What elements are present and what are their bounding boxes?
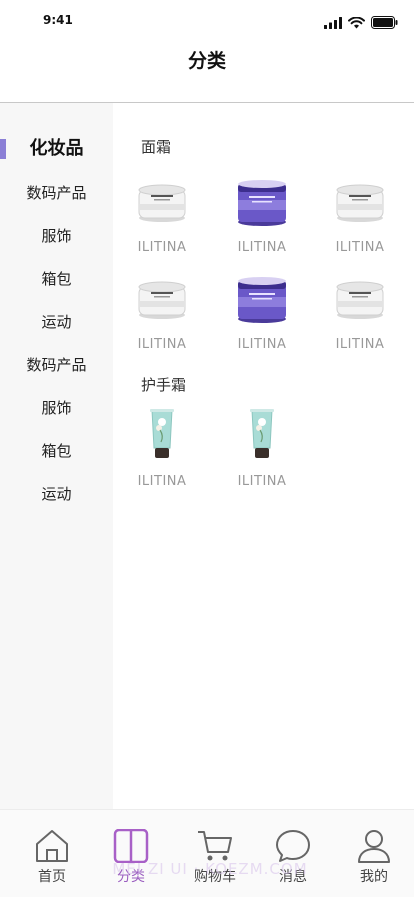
white-cream-jar-icon <box>134 174 190 230</box>
purple-cream-jar-icon <box>234 271 290 327</box>
product-name: ILITINA <box>237 474 287 489</box>
product-name: ILITINA <box>237 337 287 352</box>
white-cream-jar-icon <box>134 271 190 327</box>
product-card[interactable]: ILITINA <box>122 271 202 352</box>
tab-messages[interactable]: 消息 <box>253 810 333 897</box>
hand-cream-tube-icon <box>234 408 290 464</box>
white-cream-jar-icon <box>332 174 388 230</box>
tab-label: 分类 <box>117 869 145 885</box>
product-card[interactable]: ILITINA <box>222 271 302 352</box>
sidebar-item-cosmetics[interactable]: 化妆品 <box>0 129 113 169</box>
white-cream-jar-icon <box>332 271 388 327</box>
product-name: ILITINA <box>237 240 287 255</box>
profile-icon <box>358 830 390 863</box>
tab-profile[interactable]: 我的 <box>334 810 414 897</box>
purple-cream-jar-icon <box>234 174 290 230</box>
tab-label: 购物车 <box>194 869 236 885</box>
sidebar-item-bags-2[interactable]: 箱包 <box>0 431 113 471</box>
product-name: ILITINA <box>335 337 385 352</box>
sidebar-item-sports[interactable]: 运动 <box>0 302 113 342</box>
tab-label: 消息 <box>279 869 307 885</box>
wifi-icon <box>348 16 365 28</box>
home-icon <box>36 830 68 862</box>
category-sidebar: 化妆品 数码产品 服饰 箱包 运动 数码产品 服饰 箱包 运动 <box>0 103 113 809</box>
product-card[interactable]: ILITINA <box>222 174 302 255</box>
product-card[interactable]: ILITINA <box>320 174 400 255</box>
status-bar: 9:41 <box>0 0 414 44</box>
sidebar-item-clothing[interactable]: 服饰 <box>0 216 113 256</box>
sidebar-item-sports-2[interactable]: 运动 <box>0 474 113 514</box>
hand-cream-tube-icon <box>134 408 190 464</box>
product-name: ILITINA <box>335 240 385 255</box>
sidebar-item-bags[interactable]: 箱包 <box>0 259 113 299</box>
message-icon <box>276 830 310 862</box>
product-name: ILITINA <box>137 337 187 352</box>
category-icon <box>113 829 149 863</box>
signal-icon <box>324 16 342 29</box>
product-card[interactable]: ILITINA <box>122 174 202 255</box>
product-name: ILITINA <box>137 240 187 255</box>
tab-label: 首页 <box>38 869 66 885</box>
sidebar-item-clothing-2[interactable]: 服饰 <box>0 388 113 428</box>
product-card[interactable]: ILITINA <box>222 408 302 489</box>
cart-icon <box>198 831 232 861</box>
product-card[interactable]: ILITINA <box>122 408 202 489</box>
product-card[interactable]: ILITINA <box>320 271 400 352</box>
status-icons <box>324 16 398 29</box>
section-title-hand-cream: 护手霜 <box>141 376 187 394</box>
tab-cart[interactable]: 购物车 <box>175 810 255 897</box>
product-name: ILITINA <box>137 474 187 489</box>
tab-label: 我的 <box>360 869 388 885</box>
section-title-face-cream: 面霜 <box>141 138 172 156</box>
tab-category[interactable]: 分类 <box>91 810 171 897</box>
sidebar-item-digital[interactable]: 数码产品 <box>0 173 113 213</box>
battery-icon <box>371 16 398 29</box>
tab-home[interactable]: 首页 <box>12 810 92 897</box>
status-time: 9:41 <box>43 13 73 27</box>
tab-bar: 首页 分类 购物车 消息 我的 <box>0 809 414 897</box>
page-title: 分类 <box>187 50 226 72</box>
sidebar-item-digital-2[interactable]: 数码产品 <box>0 345 113 385</box>
